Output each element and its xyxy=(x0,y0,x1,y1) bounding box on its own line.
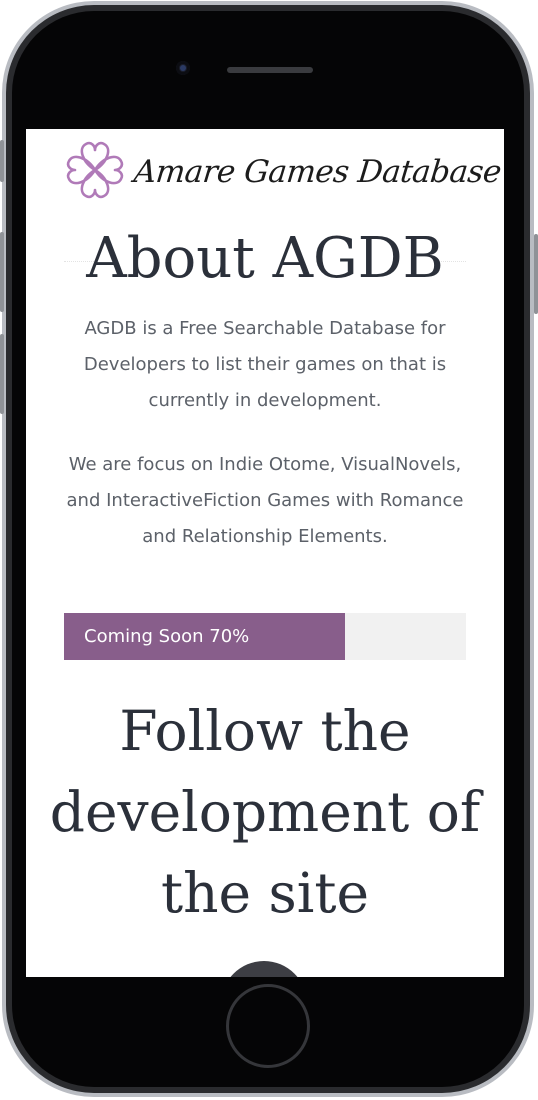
development-progress-bar: Coming Soon 70% xyxy=(64,613,466,660)
heart-clover-icon xyxy=(66,141,124,199)
about-paragraph-2: We are focus on Indie Otome, VisualNovel… xyxy=(66,454,464,547)
mute-switch xyxy=(0,140,4,182)
about-title: About AGDB xyxy=(86,226,444,291)
volume-down-button xyxy=(0,334,4,414)
follow-heading: Follow the development of the site xyxy=(49,699,481,925)
volume-up-button xyxy=(0,232,4,312)
front-camera xyxy=(176,61,190,75)
site-logo[interactable]: Amare Games Database xyxy=(62,134,503,210)
about-section-header: About AGDB xyxy=(64,221,466,301)
power-button xyxy=(534,234,538,314)
scroll-top-icon[interactable] xyxy=(221,961,307,977)
progress-label: Coming Soon 70% xyxy=(84,626,250,647)
earpiece-speaker xyxy=(227,67,313,73)
home-button[interactable] xyxy=(226,984,310,1068)
logo-text: Amare Games Database xyxy=(132,154,503,190)
about-paragraph-1: AGDB is a Free Searchable Database for D… xyxy=(83,318,447,411)
phone-screen: Amare Games Database About AGDB AGDB is … xyxy=(26,129,504,977)
